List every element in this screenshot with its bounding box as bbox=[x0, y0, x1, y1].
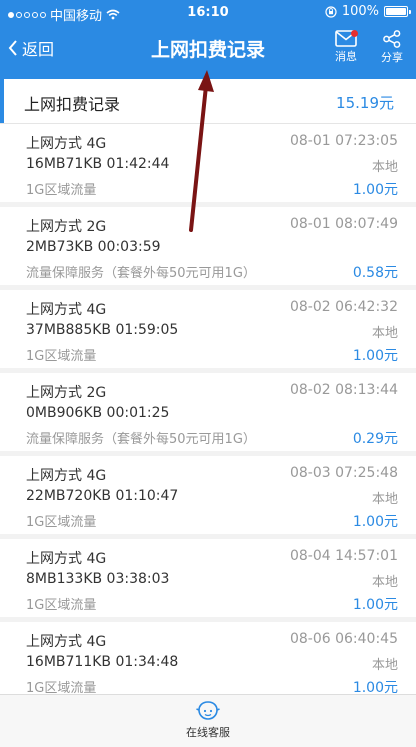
record-datetime: 08-01 08:07:49 bbox=[289, 216, 398, 232]
record-cost: 0.58元 bbox=[352, 265, 398, 281]
record-cost: 1.00元 bbox=[352, 514, 398, 530]
summary-row: 上网扣费记录 15.19元 bbox=[0, 79, 416, 124]
record-location: 本地 bbox=[371, 326, 398, 341]
record-card[interactable]: 上网方式 4G 8MB133KB 03:38:03 1G区域流量 08-04 1… bbox=[0, 539, 416, 617]
share-icon bbox=[383, 30, 401, 48]
status-bar: 中国移动 16:10 100% bbox=[0, 0, 416, 26]
record-location: 本地 bbox=[371, 492, 398, 507]
record-cost: 1.00元 bbox=[352, 597, 398, 613]
record-usage: 22MB720KB 01:10:47 bbox=[26, 488, 179, 504]
record-method: 上网方式 2G bbox=[26, 219, 107, 235]
record-location: 本地 bbox=[371, 160, 398, 175]
message-badge bbox=[351, 30, 358, 37]
bottom-bar: 在线客服 bbox=[0, 694, 416, 747]
record-cost: 1.00元 bbox=[352, 182, 398, 198]
summary-accent-bar bbox=[0, 79, 4, 123]
record-usage: 16MB711KB 01:34:48 bbox=[26, 654, 179, 670]
record-usage: 37MB885KB 01:59:05 bbox=[26, 322, 179, 338]
record-list: 上网方式 4G 16MB71KB 01:42:44 1G区域流量 08-01 0… bbox=[0, 124, 416, 705]
rotation-lock-icon bbox=[325, 5, 337, 18]
battery-percent: 100% bbox=[341, 4, 379, 19]
record-usage: 2MB73KB 00:03:59 bbox=[26, 239, 161, 255]
record-method: 上网方式 4G bbox=[26, 634, 107, 650]
share-label: 分享 bbox=[381, 51, 403, 64]
record-datetime: 08-02 06:42:32 bbox=[289, 299, 398, 315]
record-card[interactable]: 上网方式 4G 16MB711KB 01:34:48 1G区域流量 08-06 … bbox=[0, 622, 416, 700]
record-usage: 8MB133KB 03:38:03 bbox=[26, 571, 170, 587]
record-type: 1G区域流量 bbox=[26, 183, 97, 198]
record-method: 上网方式 4G bbox=[26, 136, 107, 152]
record-datetime: 08-03 07:25:48 bbox=[289, 465, 398, 481]
record-location: 本地 bbox=[371, 575, 398, 590]
record-cost: 0.29元 bbox=[352, 431, 398, 447]
record-type: 流量保障服务（套餐外每50元可用1G） bbox=[26, 266, 256, 281]
status-right: 100% bbox=[325, 4, 411, 19]
battery-icon bbox=[384, 6, 411, 17]
message-button[interactable]: 消息 bbox=[326, 30, 366, 64]
online-service-button[interactable]: 在线客服 bbox=[168, 700, 248, 740]
share-button[interactable]: 分享 bbox=[372, 30, 412, 65]
message-label: 消息 bbox=[335, 50, 357, 63]
record-type: 流量保障服务（套餐外每50元可用1G） bbox=[26, 432, 256, 447]
record-method: 上网方式 2G bbox=[26, 385, 107, 401]
record-card[interactable]: 上网方式 4G 37MB885KB 01:59:05 1G区域流量 08-02 … bbox=[0, 290, 416, 368]
record-card[interactable]: 上网方式 4G 16MB71KB 01:42:44 1G区域流量 08-01 0… bbox=[0, 124, 416, 202]
record-card[interactable]: 上网方式 2G 0MB906KB 00:01:25 流量保障服务（套餐外每50元… bbox=[0, 373, 416, 451]
summary-amount: 15.19元 bbox=[336, 94, 394, 112]
summary-label: 上网扣费记录 bbox=[24, 95, 121, 114]
nav-bar: 返回 上网扣费记录 消息 分享 bbox=[0, 26, 416, 72]
record-location: 本地 bbox=[371, 658, 398, 673]
record-type: 1G区域流量 bbox=[26, 515, 97, 530]
record-cost: 1.00元 bbox=[352, 348, 398, 364]
record-type: 1G区域流量 bbox=[26, 598, 97, 613]
online-service-label: 在线客服 bbox=[186, 726, 230, 739]
record-method: 上网方式 4G bbox=[26, 551, 107, 567]
record-card[interactable]: 上网方式 4G 22MB720KB 01:10:47 1G区域流量 08-03 … bbox=[0, 456, 416, 534]
record-usage: 16MB71KB 01:42:44 bbox=[26, 156, 170, 172]
record-usage: 0MB906KB 00:01:25 bbox=[26, 405, 170, 421]
record-datetime: 08-06 06:40:45 bbox=[289, 631, 398, 647]
record-datetime: 08-02 08:13:44 bbox=[289, 382, 398, 398]
record-method: 上网方式 4G bbox=[26, 302, 107, 318]
record-type: 1G区域流量 bbox=[26, 349, 97, 364]
record-method: 上网方式 4G bbox=[26, 468, 107, 484]
customer-service-icon bbox=[196, 701, 220, 720]
record-datetime: 08-04 14:57:01 bbox=[289, 548, 398, 564]
record-card[interactable]: 上网方式 2G 2MB73KB 00:03:59 流量保障服务（套餐外每50元可… bbox=[0, 207, 416, 285]
record-datetime: 08-01 07:23:05 bbox=[289, 133, 398, 149]
